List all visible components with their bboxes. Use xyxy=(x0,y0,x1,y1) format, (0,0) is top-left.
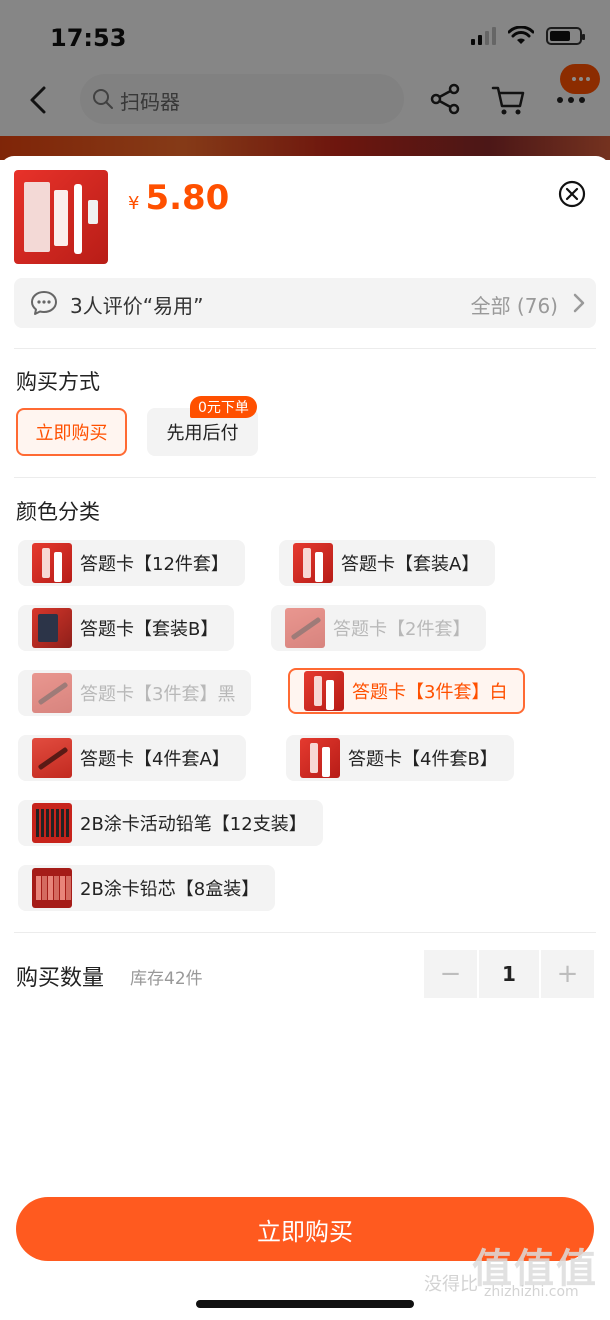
sku-label: 答题卡【套装A】 xyxy=(341,554,480,575)
sku-thumbnail xyxy=(32,803,72,843)
sku-thumbnail xyxy=(300,738,340,778)
quantity-title: 购买数量 xyxy=(16,966,105,991)
quantity-stepper: − 1 + xyxy=(424,950,594,998)
divider xyxy=(14,932,596,933)
watermark-url: zhizhizhi.com xyxy=(484,1284,579,1300)
sku-label: 答题卡【4件套B】 xyxy=(348,749,498,770)
sku-thumbnail xyxy=(32,608,72,648)
sku-thumbnail xyxy=(32,738,72,778)
chevron-right-icon xyxy=(573,293,585,313)
increase-button[interactable]: + xyxy=(541,950,594,998)
sku-thumbnail xyxy=(32,868,72,908)
divider xyxy=(14,348,596,349)
quantity-value[interactable]: 1 xyxy=(479,950,539,998)
option-buy-now[interactable]: 立即购买 xyxy=(16,408,127,456)
chat-bubble-icon xyxy=(31,291,57,315)
sku-label: 2B涂卡铅芯【8盒装】 xyxy=(80,879,260,900)
sku-option[interactable]: 2B涂卡活动铅笔【12支装】 xyxy=(18,800,323,846)
review-all-link[interactable]: 全部 (76) xyxy=(471,290,558,319)
dim-overlay[interactable] xyxy=(0,0,610,160)
purchase-method-title: 购买方式 xyxy=(16,370,100,394)
sku-option[interactable]: 答题卡【套装A】 xyxy=(279,540,496,586)
background-page: 17:53 扫码器 xyxy=(0,0,610,160)
sku-label: 2B涂卡活动铅笔【12支装】 xyxy=(80,814,307,835)
home-indicator xyxy=(196,1300,414,1308)
review-text: 3人评价“易用” xyxy=(70,294,204,318)
sku-option-disabled: 答题卡【2件套】 xyxy=(271,605,487,651)
sku-sheet: ¥ 5.80 3人评价“易用” 全部 (76) 购买方式 立即购买 先用后付 0… xyxy=(0,156,610,1320)
review-summary[interactable]: 3人评价“易用” 全部 (76) xyxy=(14,278,596,328)
product-thumbnail[interactable] xyxy=(14,170,108,264)
sku-label: 答题卡【4件套A】 xyxy=(80,749,230,770)
sku-thumbnail xyxy=(32,673,72,713)
sku-option[interactable]: 答题卡【4件套B】 xyxy=(286,735,514,781)
promo-badge: 0元下单 xyxy=(190,396,257,418)
sku-label: 答题卡【套装B】 xyxy=(80,619,219,640)
sku-option[interactable]: 答题卡【套装B】 xyxy=(18,605,235,651)
site-watermark: 值值值 没得比 zhizhizhi.com xyxy=(424,1236,604,1300)
watermark-text: 没得比 xyxy=(424,1274,478,1295)
price-value: 5.80 xyxy=(145,178,230,218)
color-category-title: 颜色分类 xyxy=(16,500,100,524)
sku-label: 答题卡【2件套】 xyxy=(333,619,471,640)
sku-label: 答题卡【3件套】白 xyxy=(352,682,508,703)
decrease-button[interactable]: − xyxy=(424,950,477,998)
sku-label: 答题卡【12件套】 xyxy=(80,554,229,575)
divider xyxy=(14,477,596,478)
sku-label: 答题卡【3件套】黑 xyxy=(80,684,236,705)
currency-symbol: ¥ xyxy=(128,193,140,214)
sku-option[interactable]: 2B涂卡铅芯【8盒装】 xyxy=(18,865,276,911)
sku-thumbnail xyxy=(304,671,344,711)
price: ¥ 5.80 xyxy=(128,178,229,218)
sku-thumbnail xyxy=(293,543,333,583)
sku-option[interactable]: 答题卡【4件套A】 xyxy=(18,735,246,781)
sku-option-disabled: 答题卡【3件套】黑 xyxy=(18,670,252,716)
sku-thumbnail xyxy=(285,608,325,648)
stock-count: 库存42件 xyxy=(130,969,203,989)
sku-option[interactable]: 答题卡【12件套】 xyxy=(18,540,245,586)
sku-option-selected[interactable]: 答题卡【3件套】白 xyxy=(288,668,526,714)
sku-thumbnail xyxy=(32,543,72,583)
close-icon[interactable] xyxy=(558,180,586,208)
